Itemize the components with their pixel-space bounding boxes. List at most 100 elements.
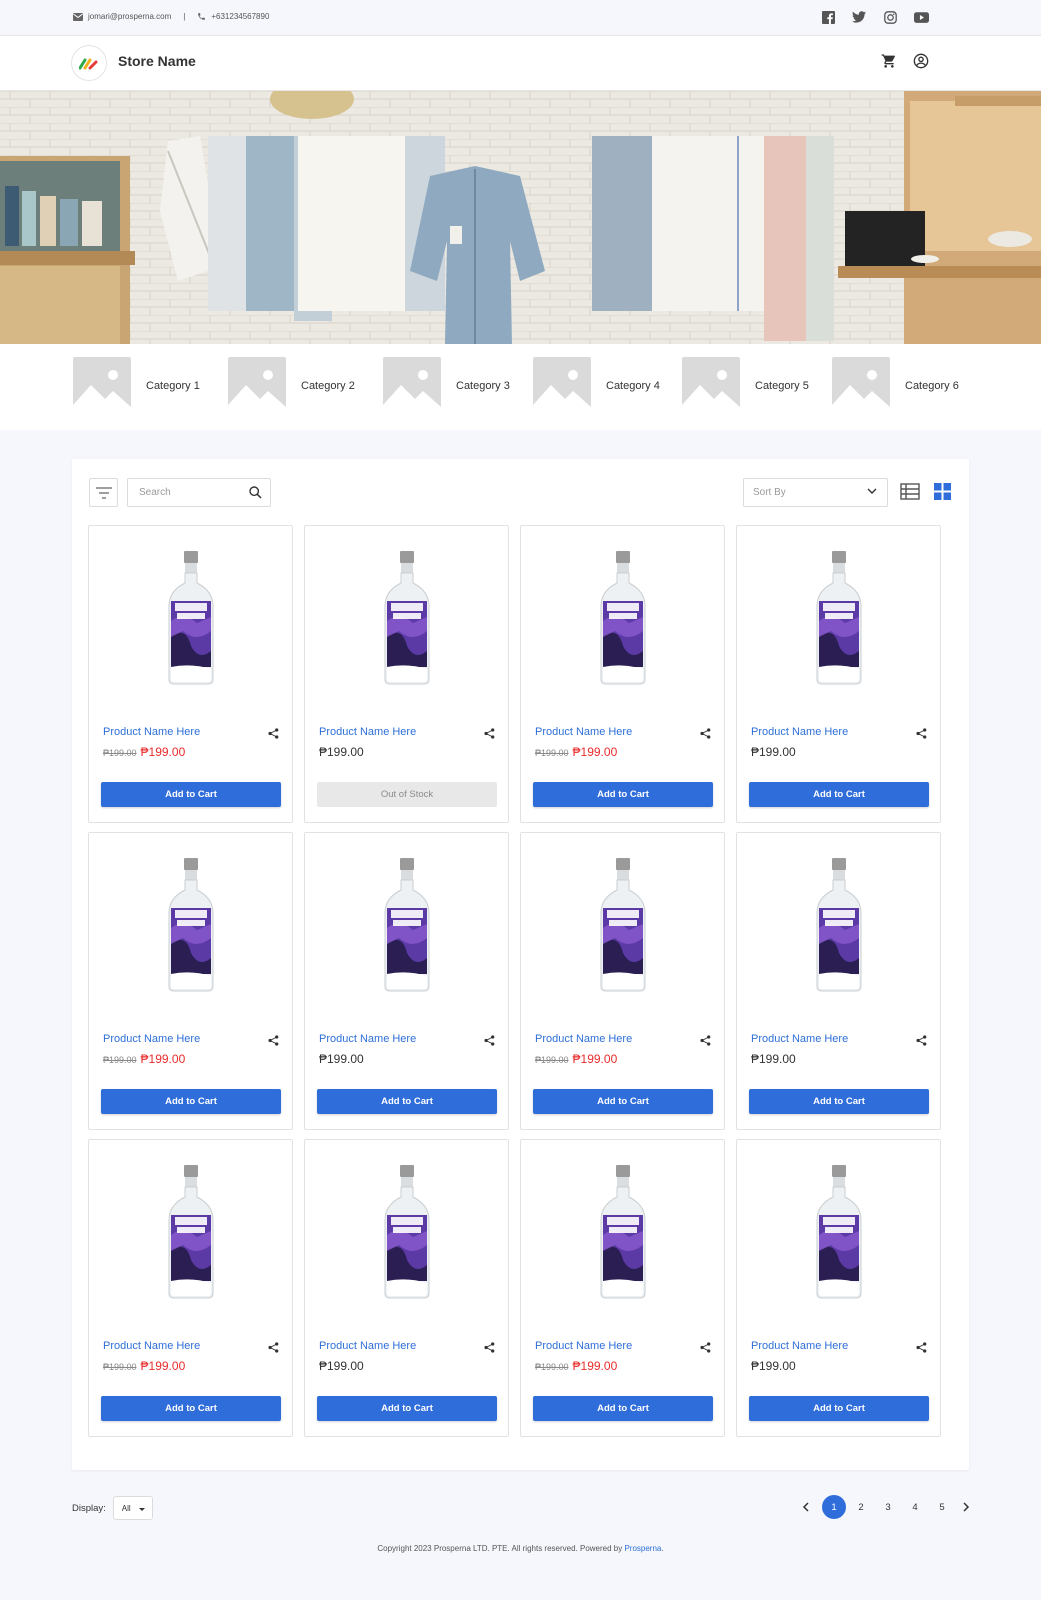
share-icon[interactable] (700, 726, 711, 744)
product-image[interactable] (305, 858, 508, 993)
share-icon[interactable] (268, 1340, 279, 1358)
category-item[interactable]: Category 5 (682, 357, 809, 415)
product-card[interactable]: Product Name Here ₱199.00 ₱199.00 Add to Ca… (88, 1139, 293, 1437)
email-link[interactable]: jomari@prosperna.com (88, 12, 171, 21)
image-placeholder-icon (682, 357, 740, 415)
product-image[interactable] (89, 1165, 292, 1300)
store-logo[interactable] (72, 46, 106, 80)
add-to-cart-button[interactable]: Add to Cart (749, 1396, 929, 1421)
product-image[interactable] (521, 1165, 724, 1300)
add-to-cart-button[interactable]: Add to Cart (317, 1396, 497, 1421)
add-to-cart-button[interactable]: Add to Cart (101, 782, 281, 807)
product-name[interactable]: Product Name Here (319, 1340, 416, 1352)
add-to-cart-button[interactable]: Add to Cart (533, 1396, 713, 1421)
category-item[interactable]: Category 4 (533, 357, 660, 415)
contact-info: jomari@prosperna.com | +631234567890 (73, 12, 269, 21)
product-name[interactable]: Product Name Here (319, 726, 416, 738)
category-label: Category 6 (905, 380, 959, 392)
list-view-icon[interactable] (900, 483, 920, 500)
share-icon[interactable] (268, 1033, 279, 1051)
filter-button[interactable] (89, 478, 118, 507)
product-name[interactable]: Product Name Here (103, 726, 200, 738)
product-name[interactable]: Product Name Here (535, 1033, 632, 1045)
facebook-icon[interactable] (820, 9, 836, 25)
product-card[interactable]: Product Name Here ₱199.00 ₱199.00 Add to Ca… (520, 832, 725, 1130)
product-card[interactable]: Product Name Here ₱199.00 Add to Cart (304, 832, 509, 1130)
product-image[interactable] (737, 551, 940, 686)
product-name[interactable]: Product Name Here (751, 1033, 848, 1045)
twitter-icon[interactable] (851, 9, 867, 25)
copyright-text: Copyright 2023 Prosperna LTD. PTE. All r… (377, 1544, 625, 1553)
product-name[interactable]: Product Name Here (319, 1033, 416, 1045)
sort-by-select[interactable]: Sort By (743, 478, 888, 507)
share-icon[interactable] (484, 1033, 495, 1051)
product-card[interactable]: Product Name Here ₱199.00 Add to Cart (736, 1139, 941, 1437)
pagination: 1 2 3 4 5 (796, 1495, 975, 1519)
search-input[interactable] (128, 479, 238, 506)
share-icon[interactable] (916, 726, 927, 744)
display-value: All (121, 1504, 131, 1513)
category-item[interactable]: Category 6 (832, 357, 959, 415)
product-name[interactable]: Product Name Here (103, 1340, 200, 1352)
product-card[interactable]: Product Name Here ₱199.00 Add to Cart (736, 832, 941, 1130)
youtube-icon[interactable] (913, 9, 929, 25)
instagram-icon[interactable] (882, 9, 898, 25)
product-name[interactable]: Product Name Here (535, 726, 632, 738)
category-item[interactable]: Category 1 (73, 357, 200, 415)
add-to-cart-button[interactable]: Add to Cart (533, 1089, 713, 1114)
product-image[interactable] (521, 858, 724, 993)
share-icon[interactable] (700, 1033, 711, 1051)
product-name[interactable]: Product Name Here (751, 726, 848, 738)
product-card[interactable]: Product Name Here ₱199.00 ₱199.00 Add to Ca… (520, 525, 725, 823)
product-name[interactable]: Product Name Here (535, 1340, 632, 1352)
add-to-cart-button[interactable]: Add to Cart (101, 1089, 281, 1114)
page-button[interactable]: 5 (930, 1495, 954, 1519)
product-name[interactable]: Product Name Here (751, 1340, 848, 1352)
add-to-cart-button[interactable]: Add to Cart (317, 1089, 497, 1114)
product-image[interactable] (305, 1165, 508, 1300)
add-to-cart-button[interactable]: Add to Cart (101, 1396, 281, 1421)
display-select[interactable]: All (112, 1496, 153, 1520)
page-button[interactable]: 2 (849, 1495, 873, 1519)
page-button[interactable]: 3 (876, 1495, 900, 1519)
cart-icon[interactable] (881, 53, 897, 74)
add-to-cart-button[interactable]: Add to Cart (749, 1089, 929, 1114)
add-to-cart-button[interactable]: Add to Cart (533, 782, 713, 807)
product-image[interactable] (89, 858, 292, 993)
category-item[interactable]: Category 2 (228, 357, 355, 415)
grid-view-icon[interactable] (934, 483, 951, 500)
product-image[interactable] (305, 551, 508, 686)
product-image[interactable] (521, 551, 724, 686)
share-icon[interactable] (916, 1340, 927, 1358)
top-bar: jomari@prosperna.com | +631234567890 (0, 0, 1041, 35)
product-card[interactable]: Product Name Here ₱199.00 ₱199.00 Add to Ca… (88, 832, 293, 1130)
page-button[interactable]: 1 (822, 1495, 846, 1519)
add-to-cart-button[interactable]: Add to Cart (749, 782, 929, 807)
share-icon[interactable] (484, 726, 495, 744)
product-image[interactable] (737, 858, 940, 993)
product-image[interactable] (737, 1165, 940, 1300)
prev-page-icon[interactable] (796, 1502, 814, 1512)
next-page-icon[interactable] (957, 1502, 975, 1512)
product-name[interactable]: Product Name Here (103, 1033, 200, 1045)
share-icon[interactable] (700, 1340, 711, 1358)
powered-by-link[interactable]: Prosperna (624, 1544, 661, 1553)
mail-icon (73, 12, 83, 21)
product-card[interactable]: Product Name Here ₱199.00 Add to Cart (304, 1139, 509, 1437)
category-item[interactable]: Category 3 (383, 357, 510, 415)
store-name[interactable]: Store Name (118, 53, 196, 69)
product-card[interactable]: Product Name Here ₱199.00 Add to Cart (736, 525, 941, 823)
price-row: ₱199.00 ₱199.00 (103, 1359, 185, 1373)
product-image[interactable] (89, 551, 292, 686)
product-price: ₱199.00 (319, 1359, 364, 1373)
page-button[interactable]: 4 (903, 1495, 927, 1519)
product-card[interactable]: Product Name Here ₱199.00 Out of Stock (304, 525, 509, 823)
product-card[interactable]: Product Name Here ₱199.00 ₱199.00 Add to Ca… (88, 525, 293, 823)
share-icon[interactable] (484, 1340, 495, 1358)
phone-link[interactable]: +631234567890 (211, 12, 269, 21)
share-icon[interactable] (268, 726, 279, 744)
account-icon[interactable] (913, 53, 929, 74)
share-icon[interactable] (916, 1033, 927, 1051)
search-icon[interactable] (249, 486, 262, 499)
product-card[interactable]: Product Name Here ₱199.00 ₱199.00 Add to Ca… (520, 1139, 725, 1437)
